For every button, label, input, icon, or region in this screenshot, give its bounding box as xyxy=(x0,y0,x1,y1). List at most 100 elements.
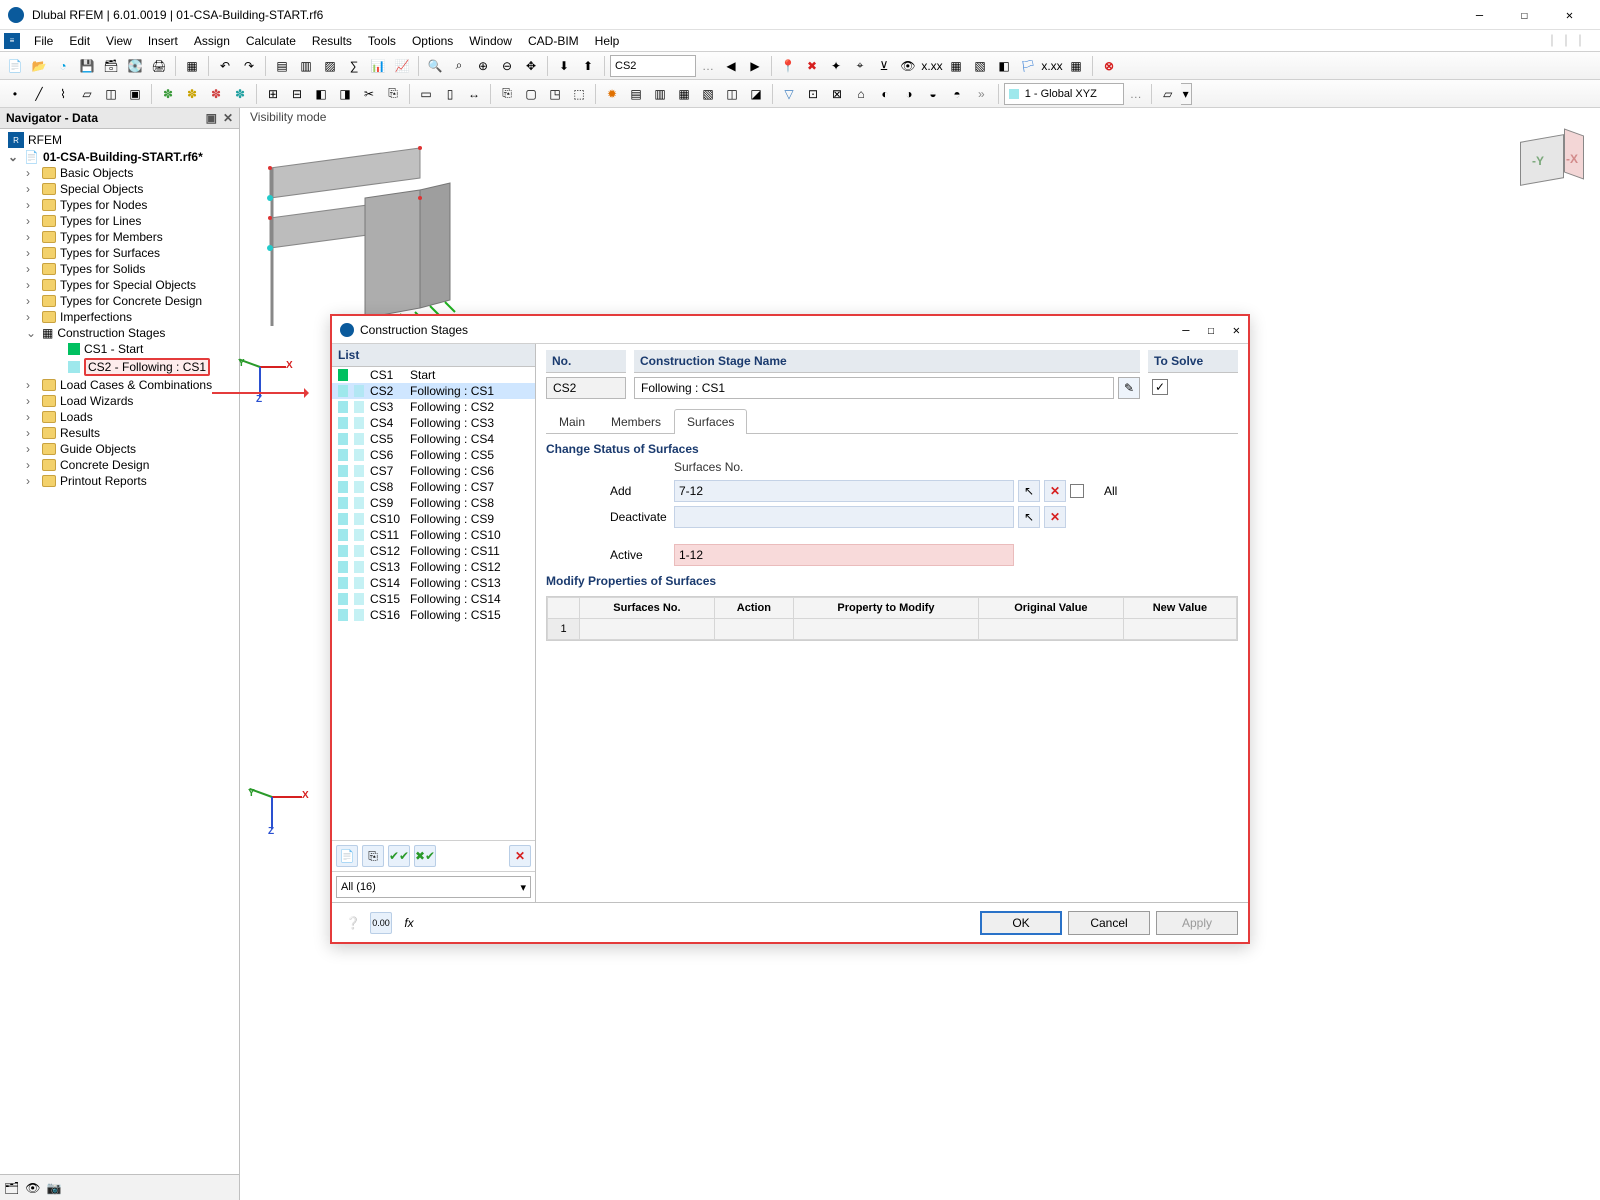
layer1-icon[interactable]: ▤ xyxy=(625,83,647,105)
load2-icon[interactable]: ⬆ xyxy=(577,55,599,77)
close-red-icon[interactable]: ⊗ xyxy=(1098,55,1120,77)
load-yellow-icon[interactable]: ✽ xyxy=(181,83,203,105)
box3d-icon[interactable]: ◳ xyxy=(544,83,566,105)
line-icon[interactable]: ╱ xyxy=(28,83,50,105)
more1-icon[interactable]: ⊞ xyxy=(262,83,284,105)
cs-uncheck-icon[interactable]: ✖✔ xyxy=(414,845,436,867)
cube2-icon[interactable]: ◪ xyxy=(745,83,767,105)
camera-icon[interactable]: 📷 xyxy=(46,1181,61,1195)
load1-icon[interactable]: ⬇ xyxy=(553,55,575,77)
navigator-pin-icon[interactable]: ▣ xyxy=(206,111,217,125)
render2-icon[interactable]: ◑ xyxy=(898,83,920,105)
cs-selector[interactable]: CS2 xyxy=(610,55,696,77)
cs-list-item[interactable]: CS14Following : CS13 xyxy=(332,575,535,591)
dialog-titlebar[interactable]: Construction Stages — ☐ ✕ xyxy=(332,316,1248,344)
tree-cs1[interactable]: CS1 - Start xyxy=(0,341,239,357)
menu-assign[interactable]: Assign xyxy=(186,32,238,50)
fx-icon[interactable]: fx xyxy=(398,912,420,934)
tree-item[interactable]: ›Imperfections xyxy=(0,309,239,325)
zoom-fit-icon[interactable]: 🔍 xyxy=(424,55,446,77)
view1-icon[interactable]: ⊡ xyxy=(802,83,824,105)
section1-icon[interactable]: ▭ xyxy=(415,83,437,105)
load-teal-icon[interactable]: ✽ xyxy=(229,83,251,105)
cancel-button[interactable]: Cancel xyxy=(1068,911,1150,935)
navigation-cube[interactable]: -Y -X xyxy=(1508,126,1582,200)
menu-help[interactable]: Help xyxy=(587,32,628,50)
menu-edit[interactable]: Edit xyxy=(61,32,98,50)
node-icon[interactable]: • xyxy=(4,83,26,105)
table3-icon[interactable]: ▨ xyxy=(319,55,341,77)
delete-red-icon[interactable]: ✖ xyxy=(801,55,823,77)
tree-item[interactable]: ›Concrete Design xyxy=(0,457,239,473)
render-icon[interactable]: ◐ xyxy=(874,83,896,105)
open-icon[interactable]: 📂 xyxy=(28,55,50,77)
units-icon[interactable]: 0.00 xyxy=(370,912,392,934)
clip-icon[interactable]: ⌂ xyxy=(850,83,872,105)
calc-icon[interactable]: ∑ xyxy=(343,55,365,77)
modify-row-1[interactable]: 1 xyxy=(548,619,580,640)
minimize-button[interactable]: — xyxy=(1457,0,1502,30)
coord-more[interactable]: … xyxy=(1126,87,1146,101)
tree-construction-stages[interactable]: ⌄ ▦ Construction Stages xyxy=(0,325,239,341)
misc8-icon[interactable]: ◧ xyxy=(993,55,1015,77)
undo-icon[interactable]: ↶ xyxy=(214,55,236,77)
zoom-window-icon[interactable]: ⌕ xyxy=(448,55,470,77)
add-pick-icon[interactable]: ↖ xyxy=(1018,480,1040,502)
add-input[interactable]: 7-12 xyxy=(674,480,1014,502)
zoom-out-icon[interactable]: ⊖ xyxy=(496,55,518,77)
menu-cad-bim[interactable]: CAD-BIM xyxy=(520,32,587,50)
cs-list-item[interactable]: CS5Following : CS4 xyxy=(332,431,535,447)
funnel-orange-icon[interactable]: ✹ xyxy=(601,83,623,105)
misc7-icon[interactable]: ▧ xyxy=(969,55,991,77)
cube-icon[interactable]: ◫ xyxy=(721,83,743,105)
deactivate-input[interactable] xyxy=(674,506,1014,528)
render4-icon[interactable]: ◓ xyxy=(946,83,968,105)
cs-list-item[interactable]: CS9Following : CS8 xyxy=(332,495,535,511)
menu-tools[interactable]: Tools xyxy=(360,32,404,50)
all-checkbox[interactable] xyxy=(1070,484,1084,498)
layer3-icon[interactable]: ▦ xyxy=(673,83,695,105)
cs-next-icon[interactable]: ▶ xyxy=(744,55,766,77)
menu-results[interactable]: Results xyxy=(304,32,360,50)
zoom-in-icon[interactable]: ⊕ xyxy=(472,55,494,77)
cs-list-item[interactable]: CS12Following : CS11 xyxy=(332,543,535,559)
disk-icon[interactable]: 💽 xyxy=(124,55,146,77)
cs-list[interactable]: CS1StartCS2Following : CS1CS3Following :… xyxy=(332,367,535,840)
cs-list-item[interactable]: CS11Following : CS10 xyxy=(332,527,535,543)
cs-list-item[interactable]: CS4Following : CS3 xyxy=(332,415,535,431)
name-input[interactable]: Following : CS1 xyxy=(634,377,1114,399)
layer4-icon[interactable]: ▧ xyxy=(697,83,719,105)
cs-list-item[interactable]: CS15Following : CS14 xyxy=(332,591,535,607)
name-edit-icon[interactable]: ✎ xyxy=(1118,377,1140,399)
redo-icon[interactable]: ↷ xyxy=(238,55,260,77)
tree-item[interactable]: ›Types for Members xyxy=(0,229,239,245)
tree-item[interactable]: ›Printout Reports xyxy=(0,473,239,489)
more3-icon[interactable]: ◧ xyxy=(310,83,332,105)
cs-copy-icon[interactable]: ⎘ xyxy=(362,845,384,867)
workplane-icon[interactable]: ▱ xyxy=(1157,83,1179,105)
cs-check-icon[interactable]: ✔✔ xyxy=(388,845,410,867)
dim-icon[interactable]: ↔ xyxy=(463,83,485,105)
cs-new-icon[interactable]: 📄 xyxy=(336,845,358,867)
grid-icon[interactable]: ▦ xyxy=(181,55,203,77)
menu-options[interactable]: Options xyxy=(404,32,461,50)
load-green-icon[interactable]: ✽ xyxy=(157,83,179,105)
ok-button[interactable]: OK xyxy=(980,911,1062,935)
tree-item[interactable]: ›Types for Surfaces xyxy=(0,245,239,261)
cs-prev-icon[interactable]: ◀ xyxy=(720,55,742,77)
modify-table[interactable]: Surfaces No.ActionProperty to ModifyOrig… xyxy=(546,596,1238,641)
more2-icon[interactable]: ⊟ xyxy=(286,83,308,105)
pin-icon[interactable]: 📍 xyxy=(777,55,799,77)
section2-icon[interactable]: ▯ xyxy=(439,83,461,105)
maximize-button[interactable]: ☐ xyxy=(1502,0,1547,30)
new-icon[interactable]: 📄 xyxy=(4,55,26,77)
close-button[interactable]: ✕ xyxy=(1547,0,1592,30)
tree-item[interactable]: ›Results xyxy=(0,425,239,441)
help-icon[interactable]: ❔ xyxy=(342,912,364,934)
filter-icon[interactable]: ▽ xyxy=(778,83,800,105)
workplane-dropdown[interactable]: ▾ xyxy=(1181,83,1192,105)
more4-icon[interactable]: ◨ xyxy=(334,83,356,105)
print-icon[interactable]: 🖨 xyxy=(148,55,170,77)
tree-item[interactable]: ›Types for Special Objects xyxy=(0,277,239,293)
deactivate-pick-icon[interactable]: ↖ xyxy=(1018,506,1040,528)
